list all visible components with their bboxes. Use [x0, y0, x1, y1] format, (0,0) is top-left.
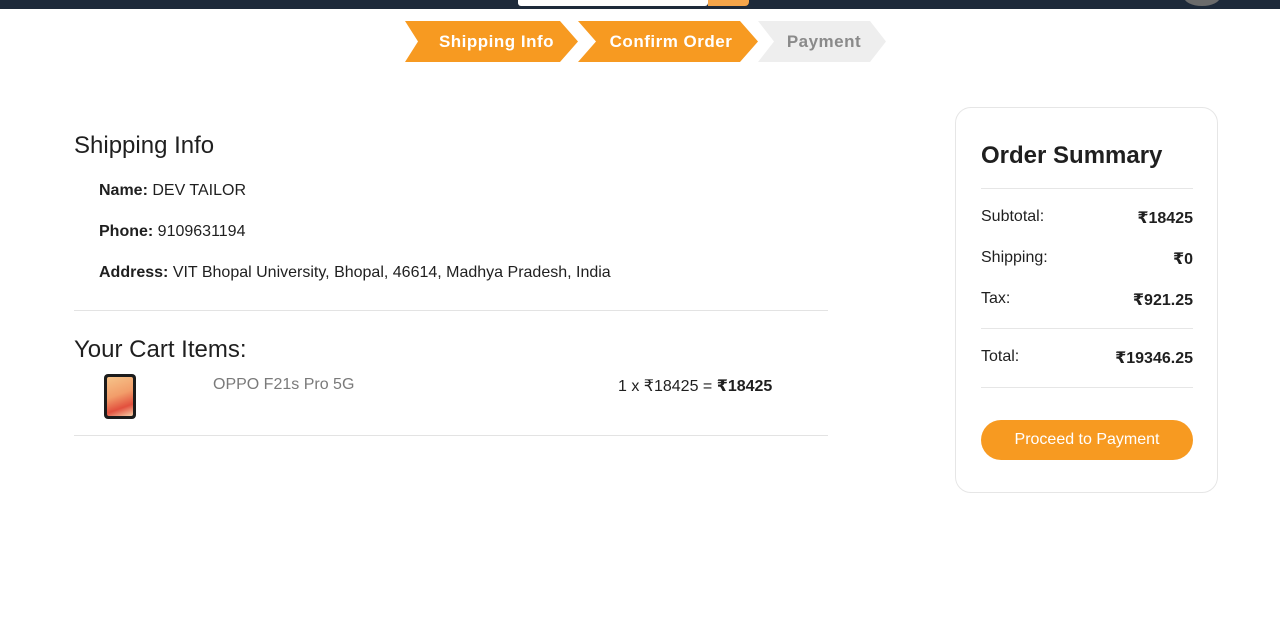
shipping-phone-row: Phone: 9109631194 [99, 223, 245, 241]
step-confirm-order[interactable]: Confirm Order [578, 21, 758, 62]
divider [981, 328, 1193, 329]
order-summary-title: Order Summary [981, 142, 1163, 169]
search-button[interactable] [708, 0, 749, 6]
address-label: Address: [99, 264, 169, 281]
phone-label: Phone: [99, 223, 154, 240]
search-input[interactable] [518, 0, 708, 6]
item-total: ₹18425 [716, 378, 773, 395]
total-value: ₹19346.25 [1115, 350, 1193, 367]
item-price: 1 x ₹18425 = ₹18425 [618, 376, 772, 396]
tax-row: Tax: ₹921.25 [981, 290, 1193, 310]
subtotal-label: Subtotal: [981, 208, 1045, 225]
proceed-to-payment-button[interactable]: Proceed to Payment [981, 420, 1193, 460]
cart-item: OPPO F21s Pro 5G 1 x ₹18425 = ₹18425 [74, 372, 828, 420]
shipping-label: Shipping: [981, 249, 1048, 266]
name-label: Name: [99, 182, 148, 199]
subtotal-row: Subtotal: ₹18425 [981, 208, 1193, 228]
shipping-name-row: Name: DEV TAILOR [99, 182, 246, 200]
cart-items-title: Your Cart Items: [74, 336, 247, 363]
shipping-info-title: Shipping Info [74, 132, 215, 159]
order-summary-card: Order Summary Subtotal: ₹18425 Shipping:… [955, 107, 1218, 493]
divider [74, 310, 828, 311]
subtotal-value: ₹18425 [1137, 210, 1193, 227]
avatar[interactable] [1184, 0, 1220, 6]
tax-label: Tax: [981, 290, 1011, 307]
shipping-row: Shipping: ₹0 [981, 249, 1193, 269]
divider [74, 435, 828, 436]
total-label: Total: [981, 348, 1020, 365]
step-shipping-info[interactable]: Shipping Info [405, 21, 578, 62]
shipping-value: ₹0 [1172, 251, 1193, 268]
address-value: VIT Bhopal University, Bhopal, 46614, Ma… [172, 264, 611, 281]
product-name-link[interactable]: OPPO F21s Pro 5G [213, 376, 354, 394]
name-value: DEV TAILOR [152, 182, 247, 199]
top-navbar [0, 0, 1280, 9]
phone-value: 9109631194 [157, 223, 246, 240]
divider [981, 188, 1193, 189]
product-image-screen [107, 377, 133, 416]
item-qty-price: 1 x ₹18425 = [618, 378, 717, 395]
tax-value: ₹921.25 [1132, 292, 1193, 309]
total-row: Total: ₹19346.25 [981, 348, 1193, 368]
shipping-address-row: Address: VIT Bhopal University, Bhopal, … [99, 264, 611, 282]
step-payment[interactable]: Payment [758, 21, 886, 62]
product-image[interactable] [104, 374, 136, 419]
divider [981, 387, 1193, 388]
